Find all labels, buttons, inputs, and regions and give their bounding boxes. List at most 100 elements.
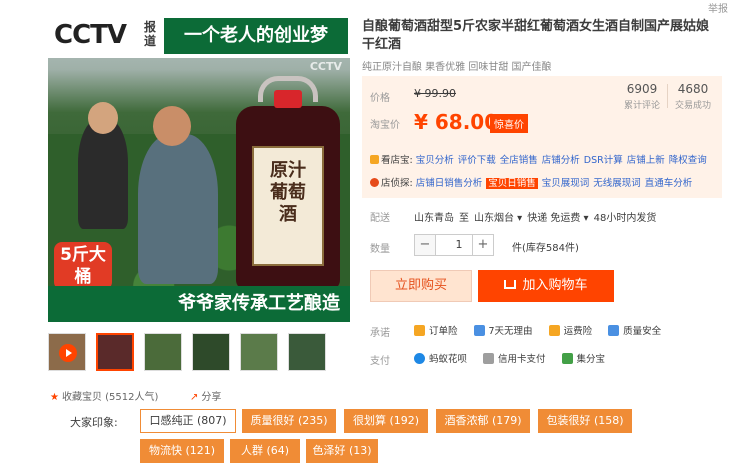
- review-count-number: 6909: [626, 82, 658, 96]
- order-insurance-icon: [414, 325, 425, 336]
- cart-icon: [504, 280, 517, 289]
- elder-head: [153, 106, 191, 146]
- impression-tag[interactable]: 质量很好 (235): [242, 409, 336, 433]
- product-title: 自酿葡萄酒甜型5斤农家半甜红葡萄酒女生酒自制国产展姑娘干红酒: [362, 19, 710, 52]
- express-select[interactable]: 快递 免运费 ▾: [527, 213, 588, 224]
- delivery-destination-select[interactable]: 山东烟台 ▾: [474, 213, 522, 224]
- favorite-button[interactable]: ★ 收藏宝贝 (5512人气): [50, 388, 158, 403]
- tool-link[interactable]: 评价下载: [458, 155, 496, 166]
- shipping-insurance-icon: [548, 325, 560, 336]
- share-label: 分享: [201, 392, 222, 403]
- impression-tag[interactable]: 口感纯正 (807): [140, 409, 236, 433]
- seven-day-return-icon: [473, 325, 485, 336]
- quantity-increase-button[interactable]: +: [472, 234, 494, 256]
- thumbnail-fill: [241, 334, 277, 370]
- person-head: [88, 102, 118, 134]
- impression-tag[interactable]: 物流快 (121): [140, 439, 224, 463]
- payment-text: 集分宝: [576, 354, 606, 365]
- payment-item[interactable]: 集分宝: [561, 351, 606, 365]
- buy-now-button[interactable]: 立即购买: [370, 270, 472, 302]
- thumbnail-fill: [289, 334, 325, 370]
- tool-link[interactable]: 直通车分析: [645, 178, 693, 189]
- jifenbao-icon: [561, 353, 573, 364]
- tool-link[interactable]: 降权查询: [669, 155, 707, 166]
- report-link[interactable]: 举报: [708, 0, 728, 15]
- size-tag: 5斤大桶: [54, 242, 112, 290]
- sales-count-label: 交易成功: [675, 101, 712, 111]
- thumbnail-item[interactable]: [96, 333, 134, 371]
- impressions-label: 大家印象:: [70, 416, 118, 429]
- play-icon: [59, 344, 77, 362]
- delivery-info: 山东青岛至山东烟台 ▾ 快递 免运费 ▾ 48小时内发货: [414, 209, 661, 224]
- promise-text: 运费险: [563, 326, 593, 337]
- star-icon: ★: [50, 392, 59, 403]
- promise-text: 7天无理由: [488, 326, 533, 337]
- thumbnail-video[interactable]: [48, 333, 86, 371]
- image-bottom-slogan: 爷爷家传承工艺酿造: [48, 286, 350, 322]
- payment-text: 蚂蚁花呗: [429, 354, 468, 365]
- add-to-cart-label: 加入购物车: [522, 278, 588, 293]
- bottle-text: 原汁葡萄酒: [270, 160, 306, 225]
- review-count[interactable]: 6909 累计评论: [624, 82, 660, 111]
- main-product-image[interactable]: CCTV 报道 一个老人的创业梦 CCTV 原汁葡萄酒 5斤大桶 爷爷家传承工艺…: [48, 14, 350, 322]
- original-price: ¥ 99.90: [414, 87, 456, 100]
- current-price: ¥ 68.00: [414, 110, 499, 134]
- delivery-to-word: 至: [459, 213, 469, 224]
- jug-cap: [274, 90, 302, 108]
- tool-link[interactable]: 店铺日销售分析: [416, 178, 483, 189]
- huabei-icon: [414, 353, 425, 364]
- surprise-price-badge: 惊喜价: [490, 114, 528, 133]
- payment-text: 信用卡支付: [498, 354, 546, 365]
- thumbnail-item[interactable]: [192, 333, 230, 371]
- payment-item[interactable]: 蚂蚁花呗: [414, 351, 467, 365]
- impression-tag[interactable]: 色泽好 (13): [306, 439, 378, 463]
- share-icon: ↗: [190, 392, 199, 403]
- promise-list: 订单险 7天无理由 运费险 质量安全: [414, 323, 677, 337]
- watermark-logo: CCTV: [309, 60, 342, 73]
- impression-tag[interactable]: 包装很好 (158): [538, 409, 632, 433]
- thumbnail-fill: [98, 335, 132, 369]
- promise-item[interactable]: 订单险: [414, 323, 458, 337]
- delivery-time: 48小时内发货: [593, 213, 657, 224]
- impression-tag[interactable]: 酒香浓郁 (179): [436, 409, 530, 433]
- promise-item[interactable]: 7天无理由: [473, 323, 533, 337]
- diantanzhen-tools: 店侦探: 店铺日销售分析 宝贝日销售 宝贝展现词 无线展现词 直通车分析: [370, 175, 696, 189]
- tool-link[interactable]: DSR计算: [584, 155, 623, 166]
- add-to-cart-button[interactable]: 加入购物车: [478, 270, 614, 302]
- thumbnail-item[interactable]: [288, 333, 326, 371]
- product-subtitle: 纯正原汁自酿 果香优雅 回味甘甜 国产佳酿: [362, 62, 552, 73]
- person-figure: [78, 119, 128, 229]
- thumbnail-item[interactable]: [144, 333, 182, 371]
- delivery-from: 山东青岛: [414, 213, 454, 224]
- tool-link[interactable]: 店铺上新: [627, 155, 665, 166]
- promise-text: 质量安全: [623, 326, 662, 337]
- tool-link[interactable]: 全店销售: [500, 155, 538, 166]
- payment-item[interactable]: 信用卡支付: [483, 351, 546, 365]
- tool-link[interactable]: 宝贝分析: [416, 155, 454, 166]
- payment-label: 支付: [370, 356, 390, 367]
- impression-tag[interactable]: 很划算 (192): [344, 409, 428, 433]
- kandianbao-icon: [370, 155, 379, 164]
- sales-count[interactable]: 4680 交易成功: [675, 82, 711, 111]
- tool-link[interactable]: 宝贝展现词: [542, 178, 590, 189]
- elder-figure: [138, 134, 218, 284]
- promise-text: 订单险: [429, 326, 458, 337]
- quantity-decrease-button[interactable]: −: [414, 234, 436, 256]
- thumbnail-item[interactable]: [240, 333, 278, 371]
- price-label: 价格: [370, 93, 390, 104]
- image-slogan: 一个老人的创业梦: [164, 18, 348, 54]
- wine-jug: 原汁葡萄酒: [236, 76, 340, 290]
- image-banner: CCTV 报道 一个老人的创业梦: [48, 14, 350, 58]
- payment-list: 蚂蚁花呗 信用卡支付 集分宝: [414, 351, 621, 365]
- tool-link[interactable]: 无线展现词: [593, 178, 641, 189]
- thumbnail-fill: [145, 334, 181, 370]
- cctv-logo: CCTV: [54, 20, 127, 50]
- tool-link-highlighted[interactable]: 宝贝日销售: [486, 178, 538, 189]
- promise-item[interactable]: 质量安全: [608, 323, 661, 337]
- promise-item[interactable]: 运费险: [548, 323, 593, 337]
- quantity-label: 数量: [370, 244, 390, 255]
- impression-tag[interactable]: 人群 (64): [230, 439, 300, 463]
- tool-link[interactable]: 店铺分析: [542, 155, 580, 166]
- share-button[interactable]: ↗ 分享: [190, 388, 221, 403]
- quality-safe-icon: [608, 325, 620, 336]
